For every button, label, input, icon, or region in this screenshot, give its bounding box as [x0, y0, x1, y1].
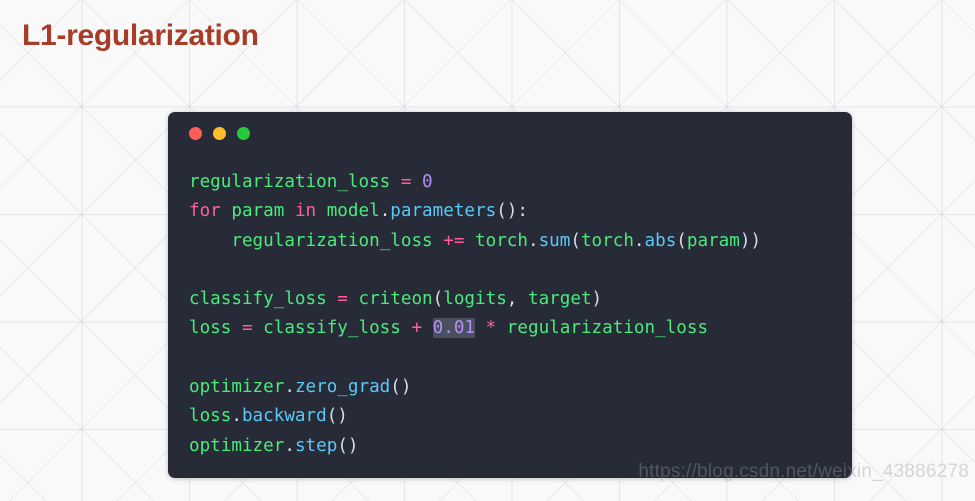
- code-block[interactable]: regularization_loss = 0 for param in mode…: [189, 168, 842, 472]
- code-token: parameters: [390, 201, 497, 222]
- code-token: (: [570, 230, 581, 251]
- code-token: .: [231, 406, 242, 427]
- code-token: (: [676, 230, 687, 251]
- code-token: =: [337, 289, 348, 310]
- code-token: torch: [475, 230, 528, 251]
- code-token: regularization_loss: [189, 172, 391, 192]
- code-token: (: [432, 289, 444, 310]
- code-line: loss = classify_loss + 0.01 * regulariza…: [189, 314, 842, 343]
- window-traffic-lights: [189, 127, 250, 140]
- page-title: L1-regularization: [22, 19, 259, 52]
- code-token: (): [326, 406, 348, 427]
- code-token: regularization_loss: [231, 230, 433, 251]
- code-token: optimizer: [189, 435, 285, 456]
- maximize-dot[interactable]: [237, 127, 250, 140]
- code-token: )): [739, 230, 762, 251]
- code-token: .: [284, 435, 295, 456]
- code-token: classify_loss: [189, 289, 327, 310]
- code-token: 0: [422, 172, 433, 192]
- code-token: param: [686, 230, 740, 251]
- code-token: abs: [644, 230, 677, 251]
- code-token: criteon: [358, 289, 433, 310]
- code-line: regularization_loss = 0: [189, 168, 842, 197]
- watermark-url: https://blog.csdn.net/weixin_43886278: [638, 461, 969, 482]
- code-token: :: [517, 201, 528, 222]
- code-line: for param in model.parameters():: [189, 197, 842, 226]
- code-token: model: [326, 201, 380, 222]
- code-line: loss.backward(): [189, 402, 842, 431]
- code-token: target: [527, 289, 592, 310]
- code-token: torch: [580, 230, 634, 251]
- code-token: for: [189, 201, 221, 222]
- code-window: regularization_loss = 0 for param in mode…: [168, 112, 852, 478]
- code-token: zero_grad: [294, 377, 391, 398]
- close-dot[interactable]: [189, 127, 202, 140]
- code-line: optimizer.zero_grad(): [189, 373, 842, 402]
- code-token-selected: 0.01: [432, 318, 476, 339]
- code-line: regularization_loss += torch.sum(torch.a…: [189, 227, 842, 256]
- slide-canvas: L1-regularization regularization_loss = …: [0, 0, 975, 501]
- code-token: *: [485, 318, 497, 339]
- minimize-dot[interactable]: [213, 127, 226, 140]
- code-token: backward: [241, 406, 327, 427]
- code-token: loss: [189, 406, 232, 427]
- code-token: step: [294, 435, 338, 456]
- code-token: .: [633, 230, 645, 251]
- code-token: ,: [506, 289, 518, 310]
- code-token: +=: [443, 230, 465, 251]
- code-token: param: [231, 201, 285, 222]
- code-token: optimizer: [189, 377, 285, 398]
- code-line: optimizer.step(): [189, 432, 842, 461]
- code-line: classify_loss = criteon(logits, target): [189, 285, 842, 314]
- code-token: classify_loss: [263, 318, 401, 339]
- code-token: sum: [538, 230, 571, 251]
- code-token: .: [379, 201, 391, 222]
- code-token: regularization_loss: [506, 318, 709, 339]
- code-token: (): [496, 201, 518, 222]
- code-token: (): [390, 377, 412, 398]
- code-token: ): [591, 289, 603, 310]
- code-token: +: [411, 318, 423, 339]
- code-token: =: [241, 318, 253, 339]
- code-token: (): [337, 435, 359, 456]
- code-token: logits: [443, 289, 507, 310]
- code-token: .: [284, 377, 295, 398]
- code-token: .: [527, 230, 539, 251]
- code-token: loss: [189, 318, 232, 339]
- code-token: in: [294, 201, 317, 222]
- code-token: =: [400, 172, 412, 192]
